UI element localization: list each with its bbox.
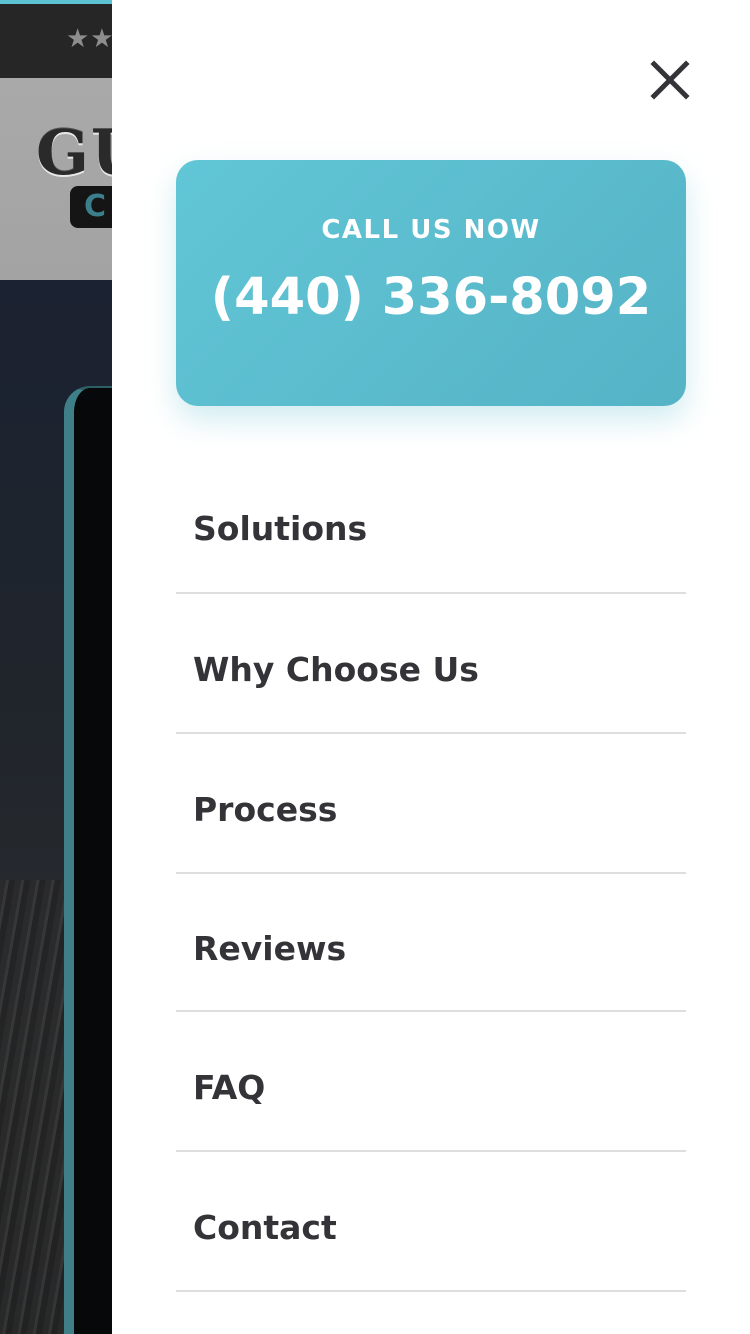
rating-stars: ★★ [66, 24, 115, 54]
menu-item-label: FAQ [193, 1068, 266, 1107]
menu-item-solutions[interactable]: Solutions [176, 452, 686, 594]
menu-item-label: Contact [193, 1208, 337, 1247]
call-label: CALL US NOW [321, 215, 541, 245]
menu-item-label: Process [193, 790, 338, 829]
nav-menu: Solutions Why Choose Us Process Reviews … [176, 452, 686, 1292]
menu-item-label: Reviews [193, 929, 347, 968]
menu-item-why-choose-us[interactable]: Why Choose Us [176, 594, 686, 734]
menu-item-contact[interactable]: Contact [176, 1152, 686, 1292]
call-us-button[interactable]: CALL US NOW (440) 336-8092 [176, 160, 686, 406]
menu-item-label: Why Choose Us [193, 650, 479, 689]
menu-item-process[interactable]: Process [176, 734, 686, 874]
logo-badge-text: C [84, 189, 107, 224]
menu-item-label: Solutions [193, 509, 368, 548]
phone-number: (440) 336-8092 [210, 268, 652, 327]
page: ★★ GU C CALL US NOW (440) 336-8092 Solut… [0, 0, 750, 1334]
close-menu-button[interactable] [646, 56, 694, 104]
menu-item-reviews[interactable]: Reviews [176, 874, 686, 1012]
menu-item-faq[interactable]: FAQ [176, 1012, 686, 1152]
close-icon [650, 60, 690, 100]
